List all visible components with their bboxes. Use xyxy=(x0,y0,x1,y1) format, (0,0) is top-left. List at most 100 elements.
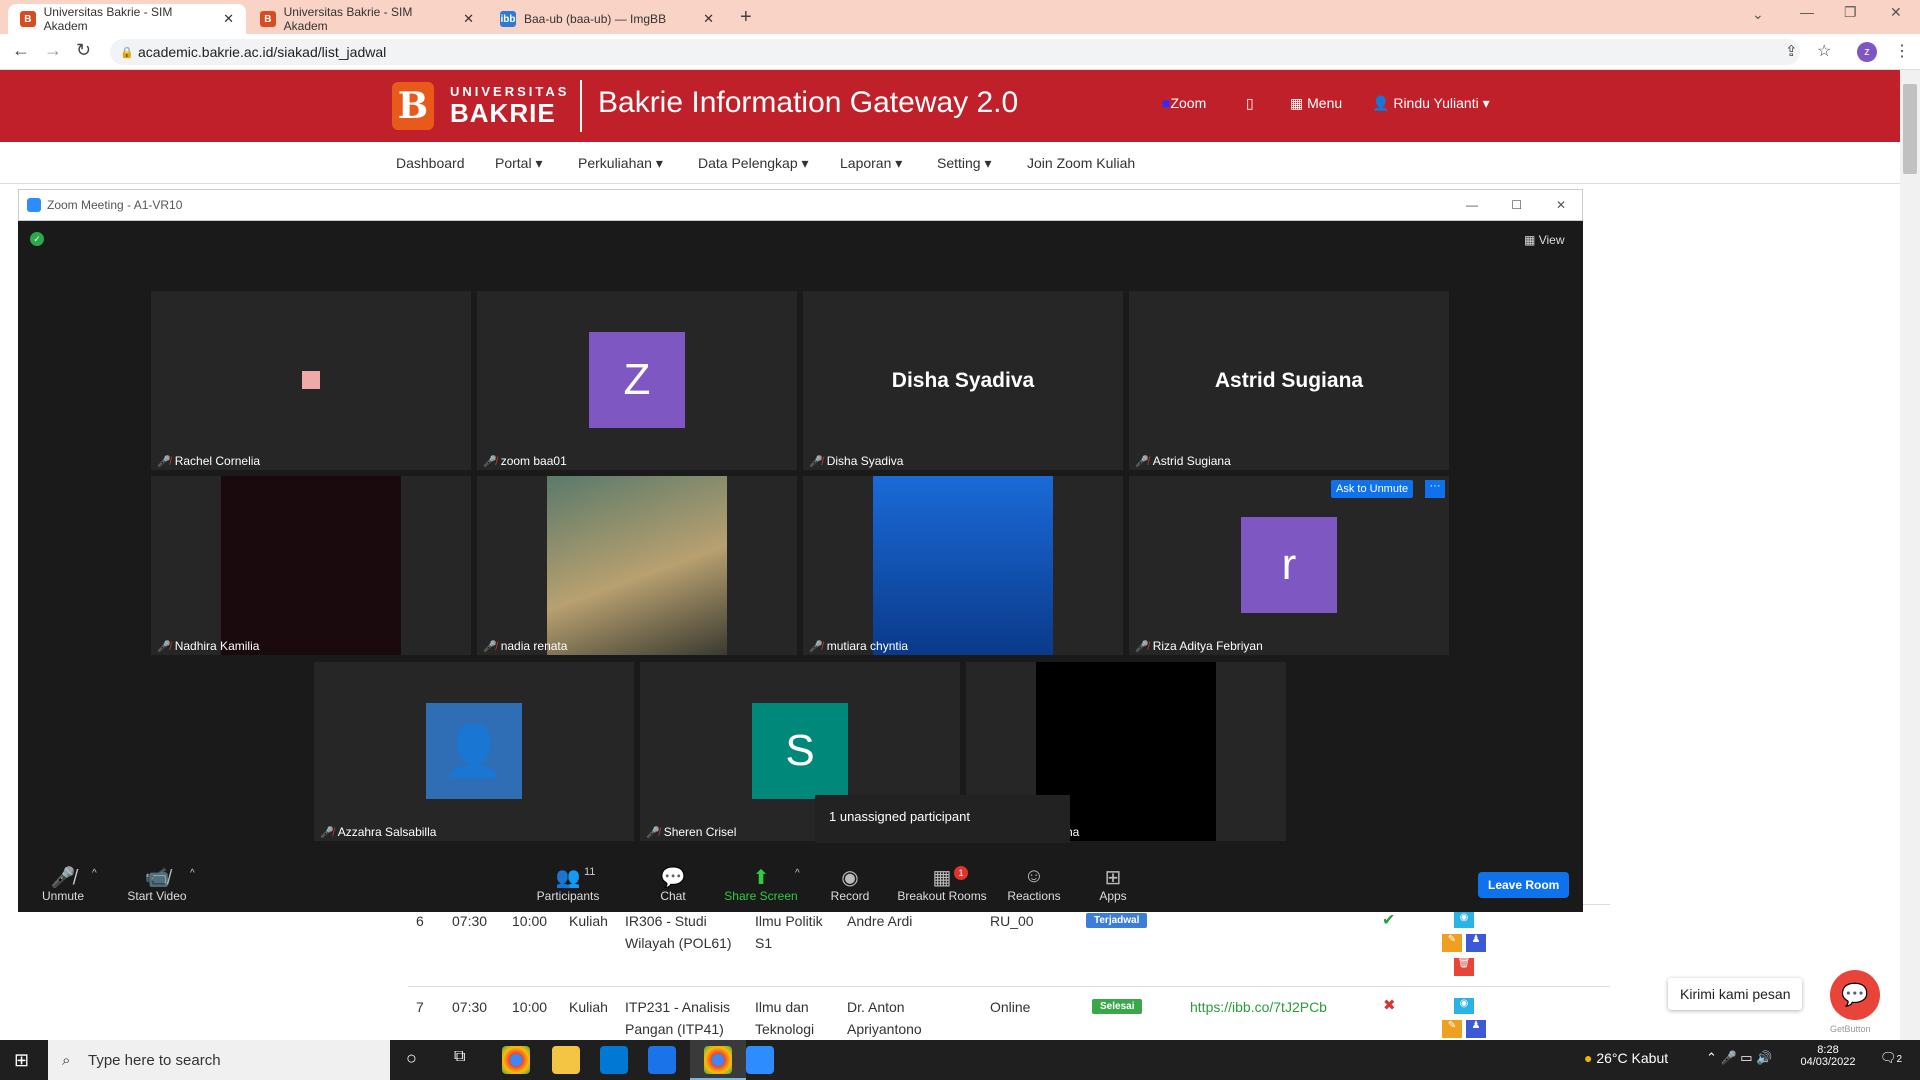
breakout-badge: 1 xyxy=(954,866,968,880)
menu-link[interactable]: ▦ Menu xyxy=(1290,95,1342,112)
nav-perkuliahan[interactable]: Perkuliahan ▾ xyxy=(578,155,663,172)
share-arrow-icon: ⬆ xyxy=(752,867,770,889)
forward-icon[interactable]: → xyxy=(44,40,62,61)
participant-tile[interactable]: 🎤̸ mutiara chyntia xyxy=(803,476,1123,655)
search-icon: ⌕ xyxy=(62,1051,71,1069)
view-icon[interactable]: ◉ xyxy=(1454,912,1474,928)
participant-tile[interactable]: 🎤̸ Rachel Cornelia xyxy=(151,291,471,470)
participant-tile[interactable]: Z 🎤̸ zoom baa01 xyxy=(477,291,797,470)
profile-avatar[interactable]: z xyxy=(1857,42,1877,62)
weather-widget[interactable]: ● 26°C Kabut xyxy=(1584,1050,1668,1066)
cross-icon: ✖ xyxy=(1383,997,1396,1014)
cortana-icon[interactable]: ○ xyxy=(406,1048,417,1069)
notification-icon[interactable]: 🗨2 xyxy=(1880,1050,1902,1066)
edit-icon[interactable]: ✎ xyxy=(1442,934,1462,952)
kebab-menu-icon[interactable]: ⋮ xyxy=(1894,41,1910,61)
back-icon[interactable]: ← xyxy=(12,40,30,61)
participants-icon: 👥 xyxy=(555,867,581,889)
row-lecturer: Andre Ardi xyxy=(847,913,913,929)
chat-button[interactable]: 💬 Chat xyxy=(628,865,718,903)
tray-icons[interactable]: ⌃ 🎤 ▭ 🔊 xyxy=(1706,1050,1772,1066)
participants-button[interactable]: 👥 Participants xyxy=(523,865,613,903)
view-icon[interactable]: ◉ xyxy=(1454,998,1474,1014)
more-options-button[interactable]: ··· xyxy=(1425,480,1445,498)
default-avatar-icon: 👤 xyxy=(426,703,522,799)
reload-icon[interactable]: ↻ xyxy=(76,40,91,61)
participant-display-name: Disha Syadiva xyxy=(891,369,1035,392)
imgbb-favicon-icon: ibb xyxy=(500,11,516,27)
encryption-shield-icon[interactable]: ✓ xyxy=(30,232,44,246)
file-explorer-icon[interactable] xyxy=(552,1046,580,1074)
apps-button[interactable]: ⊞ Apps xyxy=(1068,865,1158,903)
user-icon[interactable]: ♟ xyxy=(1466,934,1486,952)
browser-tab-1[interactable]: B Universitas Bakrie - SIM Akadem ✕ xyxy=(8,4,246,34)
close-icon[interactable]: ✕ xyxy=(703,11,714,27)
zoom-link[interactable]: ■Zoom xyxy=(1162,95,1206,111)
participant-tile[interactable]: 🎤̸ nadia renata xyxy=(477,476,797,655)
record-icon: ◉ xyxy=(841,867,859,889)
chrome-profile-icon[interactable] xyxy=(704,1046,732,1074)
clock[interactable]: 8:28 04/03/2022 xyxy=(1800,1044,1856,1068)
leave-room-button[interactable]: Leave Room xyxy=(1478,872,1570,898)
delete-icon[interactable]: 🗑 xyxy=(1454,958,1474,976)
task-view-icon[interactable]: ⧉ xyxy=(454,1048,465,1066)
windows-start-icon[interactable]: ⊞ xyxy=(14,1050,29,1071)
start-video-button[interactable]: 📹̸ Start Video xyxy=(112,865,202,903)
video-off-icon: 📹̸ xyxy=(144,867,170,889)
close-window-icon[interactable]: ✕ xyxy=(1890,4,1902,21)
store-icon[interactable] xyxy=(600,1046,628,1074)
taskbar-search[interactable]: ⌕ Type here to search xyxy=(48,1040,390,1080)
minimize-icon[interactable]: — xyxy=(1800,4,1814,20)
edit-icon[interactable]: ✎ xyxy=(1442,1020,1462,1038)
nav-data-pelengkap[interactable]: Data Pelengkap ▾ xyxy=(698,155,809,172)
chevron-up-icon[interactable]: ^ xyxy=(92,868,97,879)
chat-bubble-icon[interactable]: 💬 xyxy=(1830,970,1880,1020)
reactions-button[interactable]: ☺ Reactions xyxy=(989,865,1079,903)
mic-muted-icon: 🎤̸ xyxy=(320,826,334,839)
zoom-icon[interactable] xyxy=(746,1046,774,1074)
minimize-icon[interactable]: — xyxy=(1466,198,1478,212)
bakrie-favicon-icon: B xyxy=(260,11,276,27)
share-icon[interactable]: ⇪ xyxy=(1785,42,1798,60)
mail-icon[interactable] xyxy=(648,1046,676,1074)
record-button[interactable]: ◉ Record xyxy=(805,865,895,903)
evidence-link[interactable]: https://ibb.co/7tJ2PCb xyxy=(1190,996,1327,1018)
tab-search-icon[interactable]: ⌄ xyxy=(1752,6,1764,23)
browser-tab-3[interactable]: ibb Baa-ub (baa-ub) — ImgBB ✕ xyxy=(488,4,726,34)
close-icon[interactable]: ✕ xyxy=(463,11,474,27)
breakout-rooms-button[interactable]: ▦ Breakout Rooms xyxy=(897,865,987,903)
close-icon[interactable]: ✕ xyxy=(223,11,234,27)
browser-tab-2[interactable]: B Universitas Bakrie - SIM Akadem ✕ xyxy=(248,4,486,34)
nav-join-zoom[interactable]: Join Zoom Kuliah xyxy=(1027,155,1135,171)
ask-to-unmute-button[interactable]: Ask to Unmute xyxy=(1331,480,1414,498)
page-scrollbar[interactable] xyxy=(1900,70,1920,1040)
participant-tile[interactable]: r 🎤̸ Riza Aditya Febriyan xyxy=(1129,476,1449,655)
chevron-up-icon[interactable]: ^ xyxy=(795,868,800,879)
chat-widget-label[interactable]: Kirimi kami pesan xyxy=(1668,978,1803,1010)
new-tab-icon[interactable]: + xyxy=(740,6,752,29)
restore-icon[interactable]: ❐ xyxy=(1844,4,1857,21)
participant-tile[interactable]: 👤 🎤̸ Azzahra Salsabilla xyxy=(314,662,634,841)
nav-setting[interactable]: Setting ▾ xyxy=(937,155,992,172)
bookmark-star-icon[interactable]: ☆ xyxy=(1817,41,1831,61)
video-feed xyxy=(547,476,727,655)
view-button[interactable]: ▦ View xyxy=(1524,233,1564,247)
maximize-icon[interactable]: ☐ xyxy=(1511,198,1522,212)
mic-muted-icon: 🎤̸ xyxy=(1135,640,1149,653)
nav-dashboard[interactable]: Dashboard xyxy=(396,155,465,171)
participant-tile[interactable]: Astrid Sugiana 🎤̸ Astrid Sugiana xyxy=(1129,291,1449,470)
share-screen-button[interactable]: ⬆ Share Screen xyxy=(716,865,806,903)
nav-portal[interactable]: Portal ▾ xyxy=(495,155,543,172)
row-type: Kuliah xyxy=(569,913,608,929)
user-icon[interactable]: ♟ xyxy=(1466,1020,1486,1038)
row-room: RU_00 xyxy=(990,913,1034,929)
nav-laporan[interactable]: Laporan ▾ xyxy=(840,155,902,172)
document-icon[interactable]: ▯ xyxy=(1246,95,1254,112)
participant-tile[interactable]: Disha Syadiva 🎤̸ Disha Syadiva xyxy=(803,291,1123,470)
participant-tile[interactable]: 🎤̸ Nadhira Kamilia xyxy=(151,476,471,655)
chrome-icon[interactable] xyxy=(502,1046,530,1074)
chevron-up-icon[interactable]: ^ xyxy=(190,868,195,879)
address-bar[interactable]: 🔒 academic.bakrie.ac.id/siakad/list_jadwa… xyxy=(110,39,1800,65)
close-icon[interactable]: ✕ xyxy=(1556,198,1566,212)
user-menu[interactable]: 👤 Rindu Yulianti ▾ xyxy=(1372,95,1490,112)
